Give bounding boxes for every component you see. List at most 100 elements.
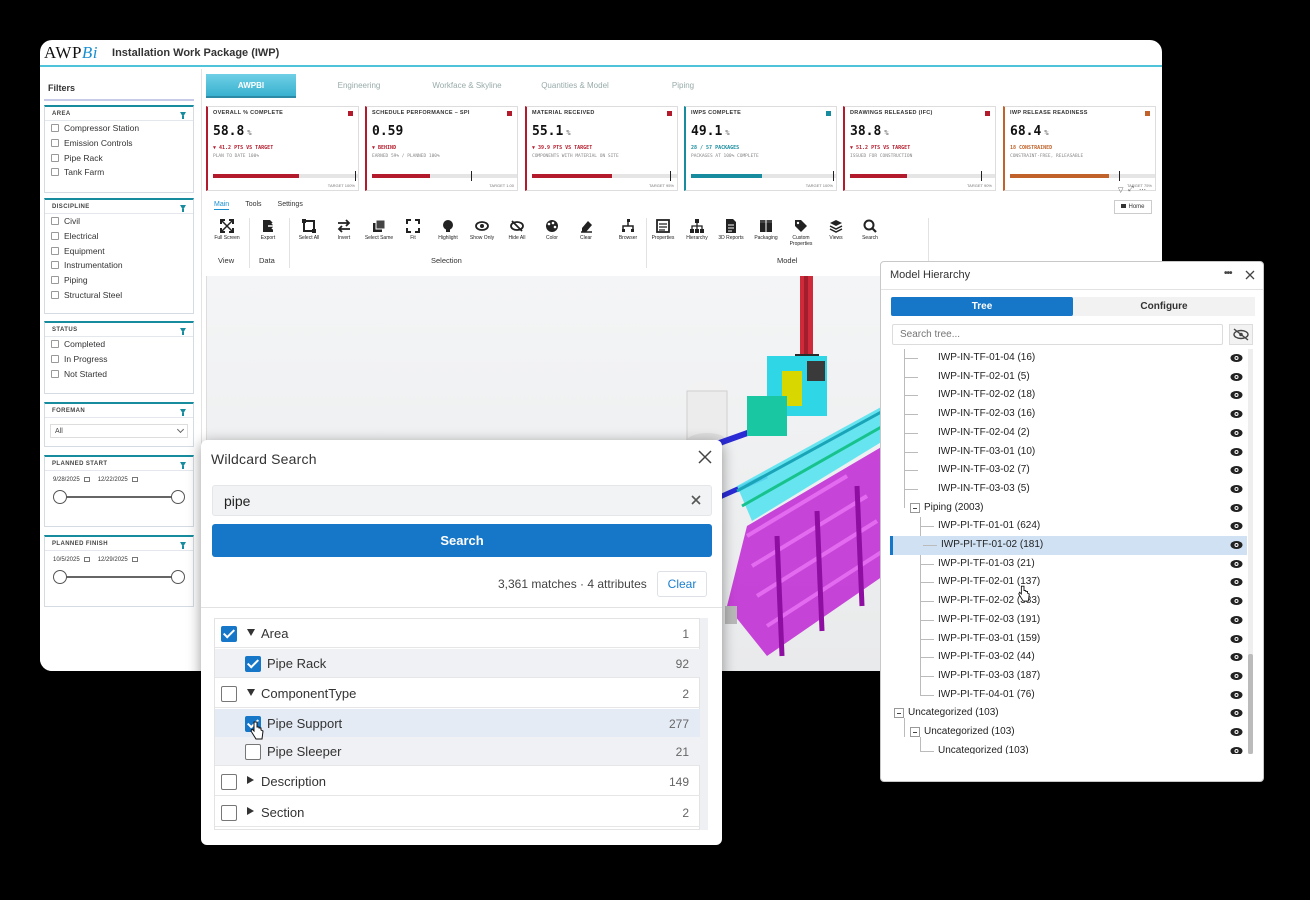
visibility-eye-icon[interactable] — [1230, 634, 1243, 644]
filter-icon[interactable]: ▽ — [1118, 186, 1123, 194]
caret-right-icon[interactable] — [247, 776, 254, 784]
focus-mode-icon[interactable]: ⤢ — [1128, 186, 1134, 194]
filter-funnel-icon[interactable] — [180, 327, 186, 335]
visibility-eye-icon[interactable] — [1230, 615, 1243, 625]
checkbox[interactable] — [51, 124, 59, 133]
finish-date-to[interactable]: 12/29/2025 — [98, 557, 138, 563]
visibility-eye-icon[interactable] — [1230, 596, 1243, 606]
visibility-eye-icon[interactable] — [1230, 708, 1243, 718]
close-icon[interactable] — [698, 450, 712, 464]
checkbox[interactable] — [51, 232, 59, 241]
checkbox[interactable] — [51, 217, 59, 226]
tree-node[interactable]: Uncategorized (103) — [890, 742, 1247, 754]
ribbon-button-export[interactable]: Export — [249, 219, 287, 242]
visibility-eye-icon[interactable] — [1230, 652, 1243, 662]
tree-node[interactable]: Piping (2003) — [890, 499, 1247, 518]
tree-node[interactable]: IWP-PI-TF-01-03 (21) — [890, 555, 1247, 574]
visibility-eye-icon[interactable] — [1230, 428, 1243, 438]
tree-node[interactable]: IWP-PI-TF-03-03 (187) — [890, 667, 1247, 686]
ribbon-button-full-screen[interactable]: Full Screen — [208, 219, 246, 242]
tab-configure[interactable]: Configure — [1073, 297, 1255, 316]
visibility-eye-icon[interactable] — [1230, 521, 1243, 531]
ribbon-button-3d-reports[interactable]: 3D Reports — [712, 219, 750, 242]
checkbox[interactable] — [51, 153, 59, 162]
visibility-eye-icon[interactable] — [1230, 465, 1243, 475]
tree-node[interactable]: IWP-IN-TF-02-02 (18) — [890, 386, 1247, 405]
visibility-eye-icon[interactable] — [1230, 390, 1243, 400]
filter-option[interactable]: Completed — [45, 337, 193, 352]
tree-node[interactable]: IWP-PI-TF-03-02 (44) — [890, 648, 1247, 667]
tree-node[interactable]: IWP-IN-TF-02-04 (2) — [890, 424, 1247, 443]
start-date-to[interactable]: 12/22/2025 — [98, 477, 138, 483]
hide-all-toggle[interactable] — [1229, 324, 1253, 345]
tab-awpbi[interactable]: AWPBI — [206, 74, 296, 98]
tab-quantities-model[interactable]: Quantities & Model — [530, 74, 620, 98]
finish-date-slider[interactable] — [53, 570, 185, 585]
tab-workface-skyline[interactable]: Workface & Skyline — [422, 74, 512, 98]
ribbon-button-packaging[interactable]: Packaging — [747, 219, 785, 242]
attribute-value-row[interactable]: Pipe Support 277 — [215, 709, 701, 738]
tree-node[interactable]: IWP-PI-TF-03-01 (159) — [890, 630, 1247, 649]
ribbon-button-properties[interactable]: Properties — [644, 219, 682, 242]
tree-node[interactable]: IWP-IN-TF-02-01 (5) — [890, 368, 1247, 387]
filter-funnel-icon[interactable] — [180, 111, 186, 119]
tab-tree[interactable]: Tree — [891, 297, 1073, 316]
tree-node[interactable]: IWP-IN-TF-03-03 (5) — [890, 480, 1247, 499]
checkbox[interactable] — [51, 340, 59, 349]
search-button[interactable]: Search — [212, 524, 712, 557]
ribbon-button-highlight[interactable]: Highlight — [429, 219, 467, 242]
filter-option[interactable]: Not Started — [45, 366, 193, 381]
foreman-select[interactable]: All — [50, 424, 188, 438]
collapse-toggle-icon[interactable] — [910, 727, 920, 737]
ribbon-button-custom-properties[interactable]: Custom Properties — [782, 219, 820, 247]
visibility-eye-icon[interactable] — [1230, 503, 1243, 513]
tab-engineering[interactable]: Engineering — [314, 74, 404, 98]
visibility-eye-icon[interactable] — [1230, 671, 1243, 681]
caret-right-icon[interactable] — [247, 807, 254, 815]
tree-node[interactable]: IWP-IN-TF-03-02 (7) — [890, 461, 1247, 480]
visibility-eye-icon[interactable] — [1230, 577, 1243, 587]
ribbon-button-color[interactable]: Color — [533, 219, 571, 242]
ribbon-button-fit[interactable]: Fit — [394, 219, 432, 242]
checkbox[interactable] — [221, 686, 237, 702]
visibility-eye-icon[interactable] — [1230, 372, 1243, 382]
filter-option[interactable]: Emission Controls — [45, 136, 193, 151]
filter-funnel-icon[interactable] — [180, 204, 186, 212]
ribbon-tab-settings[interactable]: Settings — [278, 201, 303, 210]
slider-handle-min[interactable] — [53, 570, 67, 585]
filter-option[interactable]: Instrumentation — [45, 258, 193, 273]
close-icon[interactable] — [1245, 270, 1255, 280]
more-options-icon[interactable]: ••• — [1224, 268, 1232, 279]
clear-input-icon[interactable] — [690, 494, 702, 506]
ribbon-button-hide-all[interactable]: Hide All — [498, 219, 536, 242]
tab-piping[interactable]: Piping — [638, 74, 728, 98]
filter-funnel-icon[interactable] — [180, 408, 186, 416]
tree-node[interactable]: IWP-IN-TF-01-04 (16) — [890, 349, 1247, 368]
tree-node[interactable]: IWP-PI-TF-02-02 (383) — [890, 592, 1247, 611]
slider-handle-max[interactable] — [171, 570, 185, 585]
filter-option[interactable]: In Progress — [45, 352, 193, 367]
checkbox[interactable] — [51, 246, 59, 255]
ribbon-tab-main[interactable]: Main — [214, 201, 230, 210]
ribbon-button-show-only[interactable]: Show Only — [463, 219, 501, 242]
tree-node[interactable]: IWP-IN-TF-03-01 (10) — [890, 443, 1247, 462]
more-options-icon[interactable]: ⋯ — [1139, 186, 1146, 194]
slider-handle-min[interactable] — [53, 490, 67, 505]
attribute-value-row[interactable]: Pipe Rack 92 — [215, 649, 701, 678]
checkbox[interactable] — [221, 774, 237, 790]
ribbon-tab-tools[interactable]: Tools — [245, 201, 261, 210]
visibility-eye-icon[interactable] — [1230, 447, 1243, 457]
tree-node[interactable]: Uncategorized (103) — [890, 723, 1247, 742]
checkbox[interactable] — [51, 369, 59, 378]
checkbox[interactable] — [51, 168, 59, 177]
checkbox[interactable] — [51, 261, 59, 270]
home-button[interactable]: Home — [1114, 200, 1152, 214]
ribbon-button-select-same[interactable]: Select Same — [360, 219, 398, 242]
ribbon-button-clear[interactable]: Clear — [567, 219, 605, 242]
checkbox[interactable] — [221, 805, 237, 821]
filter-option[interactable]: Piping — [45, 273, 193, 288]
visibility-eye-icon[interactable] — [1230, 559, 1243, 569]
start-date-from[interactable]: 9/28/2025 — [53, 477, 90, 483]
slider-handle-max[interactable] — [171, 490, 185, 505]
visibility-eye-icon[interactable] — [1230, 746, 1243, 754]
